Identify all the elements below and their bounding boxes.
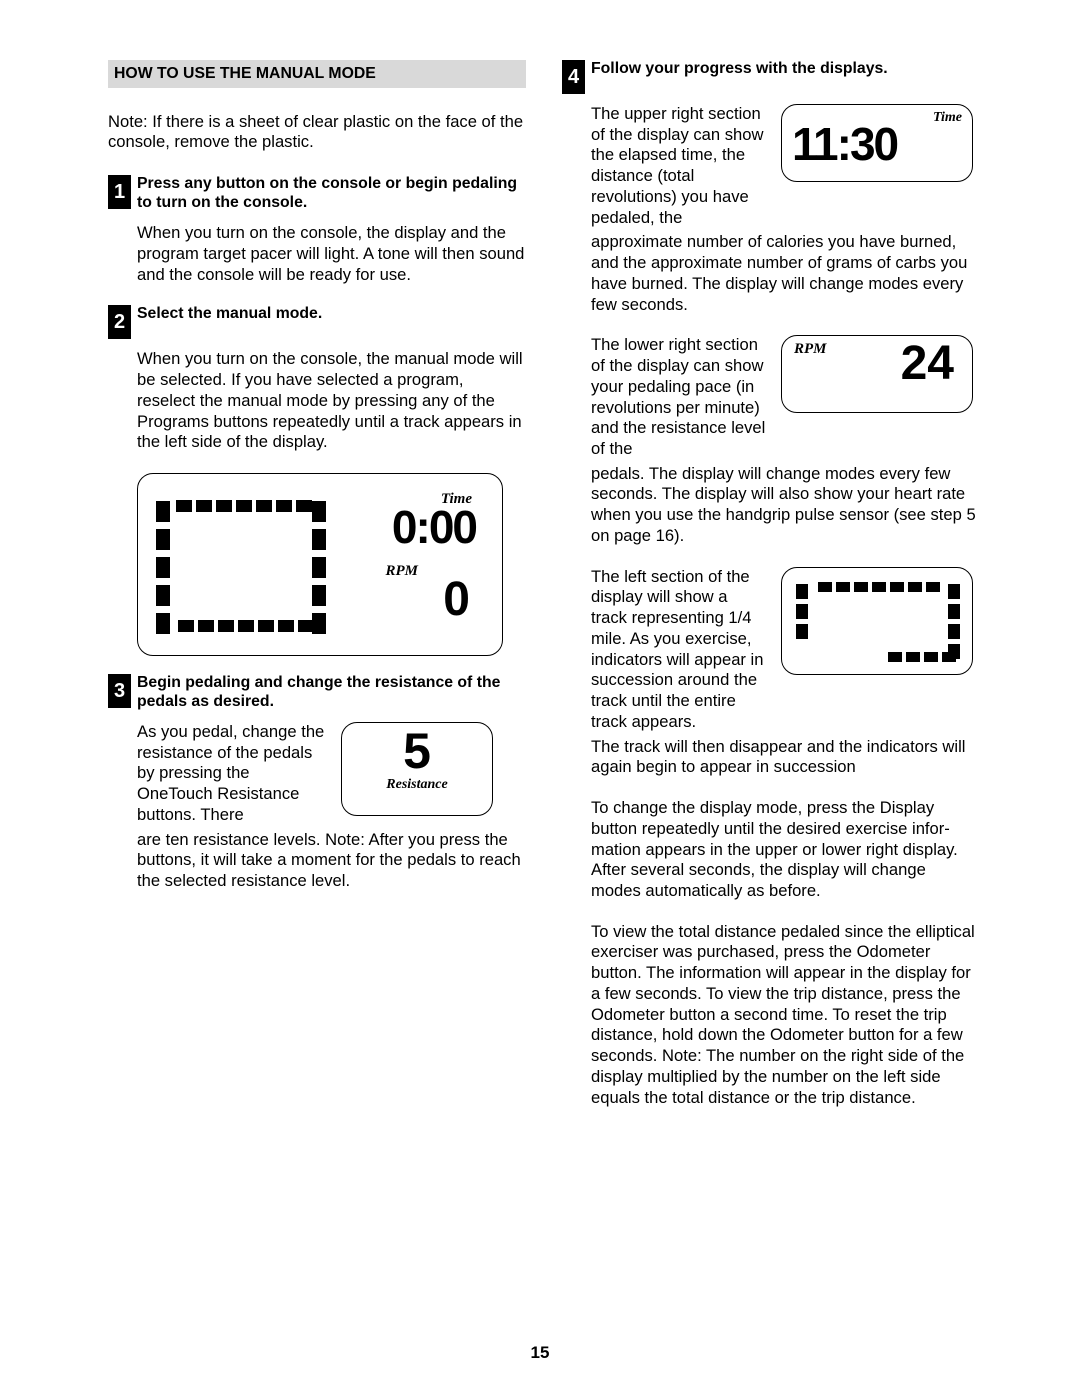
step-4-p2b: pedals. The display will change modes ev… (591, 464, 980, 547)
step-number-icon: 2 (108, 305, 131, 339)
console-display-diagram: Time 0:00 RPM 0 (137, 473, 503, 656)
step-4-p1a: The upper right sec­tion of the display … (591, 104, 767, 228)
rpm-readout: 24 (901, 342, 954, 385)
step-heading: Follow your progress with the displays. (591, 60, 888, 79)
rpm-readout: 0 (443, 570, 468, 630)
step-number-icon: 4 (562, 60, 585, 94)
step-1: 1 Press any button on the console or beg… (108, 175, 526, 213)
rpm-label: RPM (385, 562, 418, 581)
resistance-readout: 5 (346, 729, 488, 774)
step-number-icon: 3 (108, 674, 131, 708)
intro-note: Note: If there is a sheet of clear plast… (108, 112, 526, 153)
step-3-text-b: are ten resistance levels. Note: After y… (137, 830, 526, 892)
track-indicator-icon (156, 500, 326, 632)
left-column: HOW TO USE THE MANUAL MODE Note: If ther… (108, 60, 526, 1108)
step-1-body: When you turn on the console, the displa… (137, 223, 526, 285)
step-4-p2a: The lower right sec­tion of the display … (591, 335, 767, 459)
track-indicator-icon (796, 582, 960, 662)
step-4-p3b: The track will then disappear and the in… (591, 737, 980, 778)
rpm-label: RPM (794, 340, 827, 359)
rpm-display-diagram: RPM 24 (781, 335, 973, 413)
time-readout: 11:30 (792, 121, 962, 167)
page-number: 15 (0, 1343, 1080, 1363)
step-4: 4 Follow your progress with the displays… (562, 60, 980, 94)
step-3-text-a: As you pedal, change the resis­tance of … (137, 722, 327, 826)
step-4-p1b: approximate number of calories you have … (591, 232, 980, 315)
resistance-label: Resistance (346, 776, 488, 794)
step-2-body: When you turn on the console, the manual… (137, 349, 526, 453)
step-heading: Select the manual mode. (137, 305, 322, 324)
step-4-p4: To change the display mode, press the Di… (591, 798, 980, 902)
step-number-icon: 1 (108, 175, 131, 209)
right-column: 4 Follow your progress with the displays… (562, 60, 980, 1108)
resistance-display-diagram: 5 Resistance (341, 722, 493, 816)
step-heading: Press any button on the console or begin… (137, 175, 526, 213)
step-3: 3 Begin pedaling and change the resistan… (108, 674, 526, 712)
section-title: HOW TO USE THE MANUAL MODE (108, 60, 526, 88)
track-display-diagram (781, 567, 973, 675)
manual-page: HOW TO USE THE MANUAL MODE Note: If ther… (0, 0, 1080, 1397)
time-readout: 0:00 (392, 504, 476, 550)
step-4-p5: To view the total distance pedaled since… (591, 922, 980, 1109)
time-display-diagram: Time 11:30 (781, 104, 973, 182)
step-4-p3a: The left section of the display will sho… (591, 567, 767, 733)
step-2: 2 Select the manual mode. (108, 305, 526, 339)
step-heading: Begin pedaling and change the resistance… (137, 674, 526, 712)
